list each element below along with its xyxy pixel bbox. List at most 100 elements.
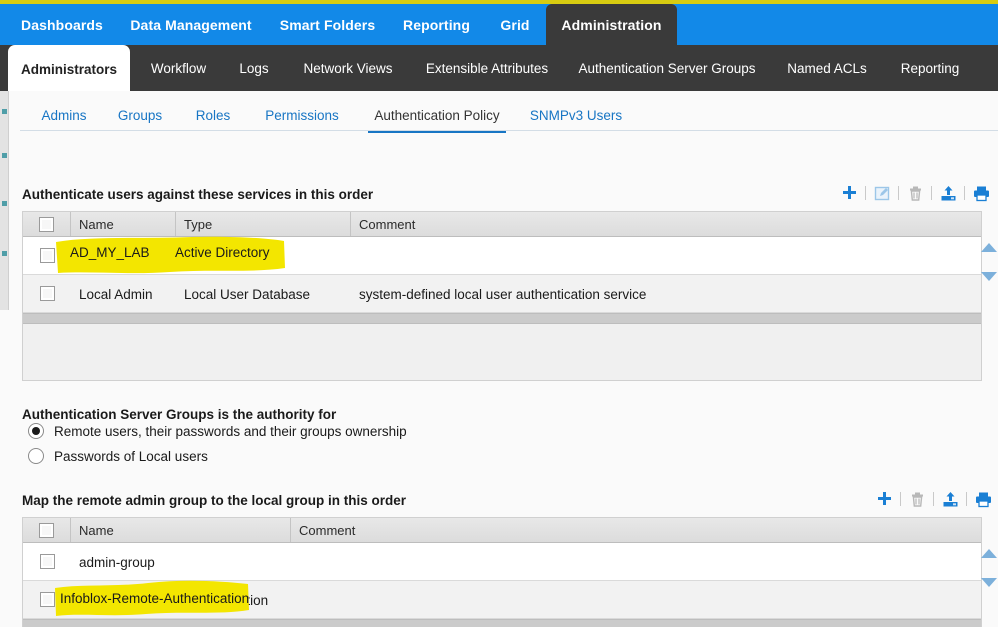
radio-button[interactable] [28,448,44,464]
column-header-comment[interactable]: Comment [291,518,981,542]
tab-bar-divider [20,130,998,131]
toolbar-separator [964,186,965,200]
tab-label: Authentication Policy [374,107,500,123]
subnav-item-named-acls[interactable]: Named ACLs [771,45,883,91]
column-header-comment[interactable]: Comment [351,212,981,236]
primary-navigation-bar: Dashboards Data Management Smart Folders… [0,4,998,45]
tertiary-tab-bar: Admins Groups Roles Permissions Authenti… [9,100,998,134]
cell-comment [351,237,981,275]
tab-snmpv3-users[interactable]: SNMPv3 Users [521,100,631,130]
table-row[interactable]: Local Admin Local User Database system-d… [23,275,981,313]
radio-label: Remote users, their passwords and their … [54,423,407,439]
tab-authentication-policy[interactable]: Authentication Policy [368,100,506,133]
cell-name: admin-group [79,554,155,570]
rail-marker-icon [2,251,7,256]
radio-label: Passwords of Local users [54,448,208,464]
subnav-item-label: Logs [239,60,269,76]
subnav-item-reporting[interactable]: Reporting [885,45,975,91]
highlighted-text-service-type: Active Directory [175,245,270,260]
rail-marker-icon [2,109,7,114]
nav-item-label: Reporting [402,16,470,33]
move-up-icon[interactable] [981,549,997,558]
tab-label: Roles [195,107,231,123]
toolbar-separator [865,186,866,200]
tab-groups[interactable]: Groups [107,100,173,130]
mapping-grid-horizontal-scrollbar[interactable] [23,619,981,627]
mapping-grid: Name Comment admin-group Infoblox-Remote… [22,517,982,627]
nav-item-dashboards[interactable]: Dashboards [8,4,116,45]
nav-item-data-management[interactable]: Data Management [116,4,266,45]
select-all-checkbox[interactable] [39,216,54,232]
export-icon[interactable] [937,488,963,510]
cell-type: Local User Database [184,286,311,302]
print-icon[interactable] [970,488,996,510]
services-grid-horizontal-scrollbar[interactable] [23,313,981,324]
cell-comment [291,581,981,619]
nav-item-administration[interactable]: Administration [546,4,677,45]
nav-item-reporting[interactable]: Reporting [389,4,484,45]
mapping-section-title: Map the remote admin group to the local … [22,493,407,508]
subnav-item-administrators[interactable]: Administrators [8,45,130,93]
tab-label: SNMPv3 Users [529,107,623,123]
toolbar-separator [898,186,899,200]
subnav-item-label: Reporting [900,60,960,76]
tab-label: Admins [41,107,87,123]
radio-selected-dot [32,427,40,435]
radio-option-local-passwords[interactable]: Passwords of Local users [28,448,208,464]
subnav-item-authentication-server-groups[interactable]: Authentication Server Groups [565,45,769,91]
toolbar-separator [966,492,967,506]
select-all-header-cell [23,518,71,542]
services-grid-header: Name Type Comment [23,212,981,237]
row-checkbox[interactable] [40,592,55,607]
radio-button[interactable] [28,423,44,439]
subnav-item-label: Authentication Server Groups [578,60,756,76]
table-row[interactable]: AD_MY_LAB Active Directory [23,237,981,275]
select-all-checkbox[interactable] [39,522,54,538]
add-icon[interactable] [836,182,862,204]
nav-item-smart-folders[interactable]: Smart Folders [266,4,389,45]
column-header-type[interactable]: Type [176,212,351,236]
nav-item-label: Dashboards [21,16,103,33]
move-down-icon[interactable] [981,272,997,281]
highlighted-text-service-name: AD_MY_LAB [70,245,150,260]
tab-admins[interactable]: Admins [31,100,97,130]
radio-option-remote-users[interactable]: Remote users, their passwords and their … [28,423,407,439]
authority-section-title: Authentication Server Groups is the auth… [22,407,337,422]
services-section-title: Authenticate users against these service… [22,187,374,202]
nav-item-label: Administration [561,16,662,33]
collapsed-left-panel[interactable] [0,91,9,310]
column-header-name[interactable]: Name [71,518,291,542]
subnav-item-label: Network Views [303,60,393,76]
cell-comment [291,543,981,581]
page-content: Admins Groups Roles Permissions Authenti… [0,91,998,627]
row-checkbox[interactable] [40,286,55,301]
tab-label: Permissions [265,107,339,123]
subnav-item-label: Administrators [20,61,118,77]
subnav-item-logs[interactable]: Logs [223,45,285,91]
table-row[interactable]: admin-group [23,543,981,581]
export-icon[interactable] [935,182,961,204]
secondary-navigation-bar: Administrators Workflow Logs Network Vie… [0,45,998,93]
subnav-item-label: Extensible Attributes [425,60,549,76]
add-icon[interactable] [871,488,897,510]
nav-item-label: Grid [500,16,530,33]
subnav-item-network-views[interactable]: Network Views [287,45,409,91]
nav-item-grid[interactable]: Grid [484,4,546,45]
row-checkbox[interactable] [40,554,55,569]
select-all-header-cell [23,212,71,236]
subnav-item-workflow[interactable]: Workflow [136,45,221,91]
tab-permissions[interactable]: Permissions [253,100,351,130]
move-up-icon[interactable] [981,243,997,252]
column-header-name[interactable]: Name [71,212,176,236]
subnav-item-label: Named ACLs [787,60,867,76]
highlighted-text-mapping-name: Infoblox-Remote-Authentication [60,591,250,606]
print-icon[interactable] [968,182,994,204]
services-toolbar [836,182,994,204]
move-down-icon[interactable] [981,578,997,587]
toolbar-separator [900,492,901,506]
subnav-item-label: Workflow [150,60,207,76]
tab-roles[interactable]: Roles [185,100,241,130]
tab-label: Groups [117,107,163,123]
subnav-item-extensible-attributes[interactable]: Extensible Attributes [411,45,563,91]
row-checkbox[interactable] [40,248,55,263]
